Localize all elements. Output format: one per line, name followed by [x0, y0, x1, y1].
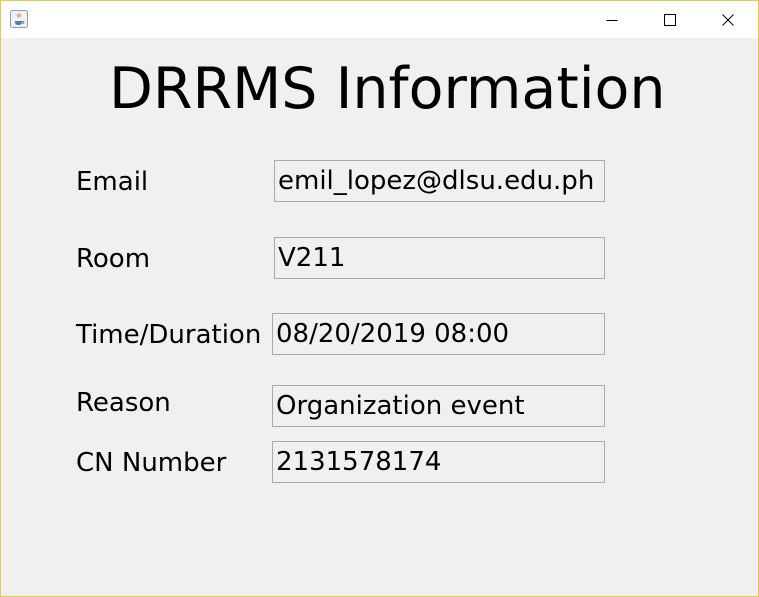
close-button[interactable]: [699, 1, 757, 38]
reason-field[interactable]: Organization event: [272, 385, 605, 427]
form-panel: DRRMS Information Email emil_lopez@dlsu.…: [1, 38, 758, 596]
title-bar[interactable]: [1, 1, 758, 38]
room-label: Room: [76, 244, 151, 274]
maximize-icon: [664, 14, 676, 26]
email-label: Email: [76, 167, 149, 197]
room-field[interactable]: V211: [274, 237, 605, 279]
time-duration-field[interactable]: 08/20/2019 08:00: [272, 313, 605, 355]
cn-number-label: CN Number: [76, 448, 227, 478]
cn-number-field[interactable]: 2131578174: [272, 441, 605, 483]
minimize-icon: [606, 20, 618, 21]
page-title: DRRMS Information: [109, 56, 666, 122]
java-app-icon[interactable]: [10, 10, 28, 28]
app-window: DRRMS Information Email emil_lopez@dlsu.…: [0, 0, 759, 597]
close-icon: [722, 14, 734, 26]
minimize-button[interactable]: [583, 1, 641, 38]
time-duration-label: Time/Duration: [76, 320, 262, 350]
maximize-button[interactable]: [641, 1, 699, 38]
reason-label: Reason: [76, 388, 171, 418]
email-field[interactable]: emil_lopez@dlsu.edu.ph: [274, 160, 605, 202]
